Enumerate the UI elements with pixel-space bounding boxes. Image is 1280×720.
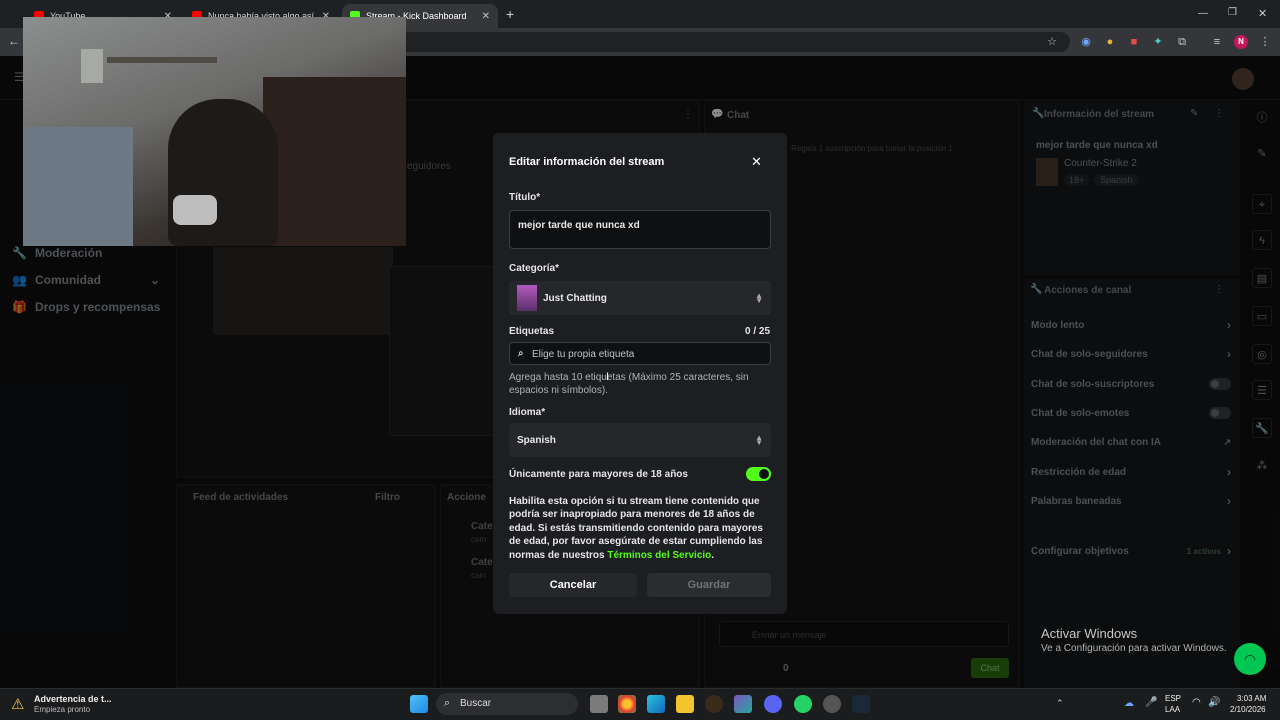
tags-hint: Agrega hasta 10 etiquetas (Máximo 25 car…	[509, 372, 749, 396]
edit-stream-modal: Editar información del stream ✕ Título* …	[493, 133, 787, 614]
extension-icon[interactable]: ■	[1127, 35, 1141, 49]
activate-windows-subtitle: Ve a Configuración para activar Windows.	[1041, 643, 1227, 654]
back-icon[interactable]: ←	[8, 34, 20, 48]
notification-title[interactable]: Advertencia de t...	[34, 694, 112, 704]
volume-icon[interactable]: 🔊	[1208, 697, 1220, 708]
mature-description: Habilita esta opción si tu stream tiene …	[509, 495, 771, 562]
category-label: Categoría*	[509, 263, 560, 274]
tags-input[interactable]: ⌕ Elige tu propia etiqueta	[509, 342, 771, 365]
search-icon: ⌕	[518, 348, 524, 359]
star-icon[interactable]: ☆	[1045, 35, 1059, 49]
new-tab-button[interactable]: +	[506, 6, 514, 22]
wifi-icon[interactable]: ◠	[1192, 697, 1201, 708]
microphone-icon[interactable]: 🎤	[1145, 697, 1157, 708]
language-bottom: LAA	[1165, 705, 1181, 714]
reading-list-icon[interactable]: ≡	[1210, 35, 1224, 49]
windows-start-icon[interactable]	[410, 695, 428, 713]
doorway	[263, 77, 406, 246]
close-icon[interactable]: ✕	[751, 154, 762, 170]
notification-subtitle: Empieza pronto	[34, 705, 91, 714]
extension-icon[interactable]: ●	[1103, 35, 1117, 49]
tags-label: Etiquetas	[509, 326, 555, 337]
close-window-icon[interactable]: ✕	[1258, 7, 1267, 20]
toggle-knob	[759, 469, 769, 479]
terms-period: .	[711, 549, 715, 561]
tags-placeholder: Elige tu propia etiqueta	[532, 349, 635, 360]
chevron-up-icon[interactable]: ⌃	[1056, 698, 1064, 709]
cancel-button[interactable]: Cancelar	[509, 573, 637, 597]
file-explorer-icon[interactable]	[676, 695, 694, 713]
title-input-value: mejor tarde que nunca xd	[518, 220, 640, 231]
modal-title: Editar información del stream	[509, 156, 665, 168]
text-cursor-icon: I	[606, 371, 610, 383]
clock-date: 2/10/2026	[1230, 705, 1266, 714]
webcam-overlay	[23, 17, 406, 246]
category-thumbnail	[517, 285, 537, 311]
discord-icon[interactable]	[764, 695, 782, 713]
tags-count: 0 / 25	[745, 326, 771, 337]
search-placeholder: Buscar	[460, 698, 492, 709]
taskbar-search[interactable]: ⌕ Buscar	[436, 693, 578, 715]
close-icon[interactable]: ✕	[482, 11, 490, 22]
app-icon[interactable]	[705, 695, 723, 713]
terms-link[interactable]: Términos del Servicio	[607, 550, 711, 561]
profile-avatar[interactable]: N	[1234, 35, 1248, 49]
headset-icon: ◠	[1243, 651, 1257, 667]
mature-label: Únicamente para mayores de 18 años	[509, 469, 688, 480]
extension-icon[interactable]: ◉	[1079, 35, 1093, 49]
language-top[interactable]: ESP	[1165, 694, 1181, 703]
chrome-icon[interactable]	[618, 695, 636, 713]
clock-time[interactable]: 3:03 AM	[1237, 694, 1266, 703]
copilot-icon[interactable]	[734, 695, 752, 713]
whatsapp-icon[interactable]	[794, 695, 812, 713]
windows-taskbar	[0, 688, 1280, 720]
minimize-icon[interactable]: —	[1198, 8, 1208, 19]
steam-icon[interactable]	[852, 695, 870, 713]
title-label: Título*	[509, 192, 541, 203]
updown-icon: ▲ ▼	[755, 433, 763, 447]
maximize-icon[interactable]: ❐	[1228, 7, 1237, 18]
language-label: Idioma*	[509, 407, 546, 418]
language-select[interactable]: Spanish ▲ ▼	[509, 423, 771, 457]
category-value: Just Chatting	[543, 293, 607, 304]
mature-toggle[interactable]	[746, 467, 771, 481]
language-value: Spanish	[517, 435, 556, 446]
save-button[interactable]: Guardar	[647, 573, 771, 597]
wall-picture	[81, 49, 103, 83]
category-select[interactable]: Just Chatting ▲ ▼	[509, 281, 771, 315]
warning-icon: ⚠	[11, 696, 25, 713]
microphone	[173, 195, 217, 225]
task-view-icon[interactable]	[590, 695, 608, 713]
cloud-icon[interactable]: ☁	[1124, 698, 1134, 709]
search-icon: ⌕	[444, 697, 451, 709]
activate-windows-title: Activar Windows	[1041, 626, 1138, 641]
puzzle-icon[interactable]: ⧉	[1175, 35, 1189, 49]
title-input[interactable]: mejor tarde que nunca xd	[509, 210, 771, 249]
bed	[23, 127, 133, 246]
extension-icon[interactable]: ✦	[1151, 35, 1165, 49]
edge-icon[interactable]	[647, 695, 665, 713]
app-icon[interactable]	[823, 695, 841, 713]
help-chat-button[interactable]: ◠	[1234, 643, 1266, 675]
kebab-menu-icon[interactable]: ⋮	[1258, 35, 1272, 49]
updown-icon: ▲ ▼	[755, 291, 763, 305]
shelf	[107, 57, 217, 63]
